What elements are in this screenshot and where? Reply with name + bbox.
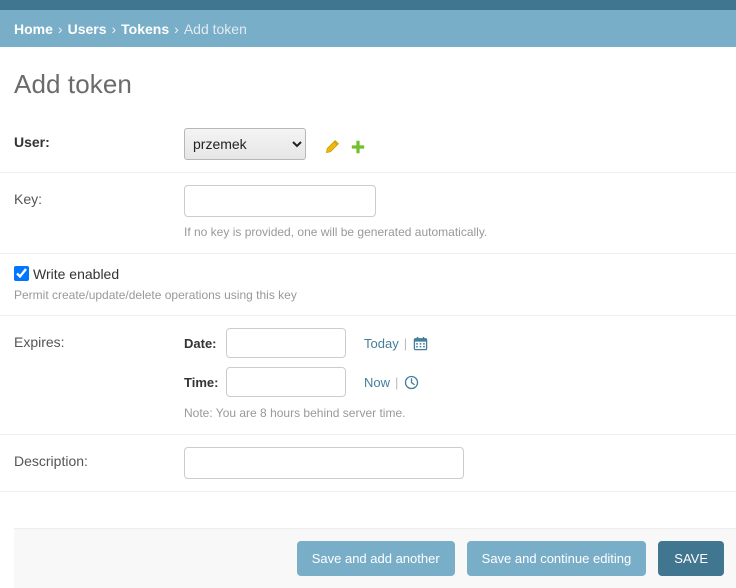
shortcut-separator: | <box>403 335 408 351</box>
calendar-icon[interactable] <box>412 335 428 351</box>
date-shortcuts: Today | <box>364 335 428 351</box>
pencil-icon[interactable] <box>324 139 340 155</box>
write-enabled-checkbox[interactable] <box>14 266 29 282</box>
expires-date-line: Date: Today | <box>184 328 722 359</box>
date-input[interactable] <box>226 328 346 359</box>
breadcrumb-separator: › <box>57 20 63 37</box>
shortcut-separator: | <box>395 374 399 390</box>
add-token-form: User: przemek Key: If no key is provided… <box>0 116 736 492</box>
expires-time-line: Time: Now | <box>184 367 722 398</box>
user-select[interactable]: przemek <box>184 128 306 160</box>
save-and-continue-editing-button[interactable]: Save and continue editing <box>466 541 647 576</box>
clock-icon[interactable] <box>403 374 419 390</box>
top-header-bar <box>0 0 736 10</box>
time-label: Time: <box>184 374 219 390</box>
admin-page: Home › Users › Tokens › Add token Add to… <box>0 0 736 588</box>
breadcrumb-link-users[interactable]: Users <box>68 21 107 37</box>
key-label: Key: <box>14 191 43 207</box>
time-shortcuts: Now | <box>364 374 419 390</box>
expires-label: Expires: <box>14 334 65 351</box>
now-link[interactable]: Now <box>364 375 390 390</box>
form-row-key: Key: If no key is provided, one will be … <box>0 173 736 254</box>
write-enabled-label: Write enabled <box>33 265 120 282</box>
plus-icon[interactable] <box>350 139 366 155</box>
page-title: Add token <box>14 69 132 99</box>
today-link[interactable]: Today <box>364 336 399 351</box>
save-button[interactable]: SAVE <box>658 541 724 576</box>
key-help-text: If no key is provided, one will be gener… <box>184 225 488 239</box>
breadcrumb-link-home[interactable]: Home <box>14 21 53 37</box>
user-label: User: <box>14 134 50 150</box>
breadcrumb-separator: › <box>174 20 179 37</box>
save-and-add-another-button[interactable]: Save and add another <box>296 541 455 576</box>
form-row-user: User: przemek <box>0 116 736 173</box>
form-row-expires: Expires: Date: Today | Time: Now | Note:… <box>0 316 736 435</box>
breadcrumb-separator: › <box>111 20 117 37</box>
breadcrumb: Home › Users › Tokens › Add token <box>0 10 736 47</box>
user-related-actions <box>324 135 366 155</box>
breadcrumb-link-tokens[interactable]: Tokens <box>121 21 169 37</box>
key-input[interactable] <box>184 185 376 217</box>
date-label: Date: <box>184 335 217 351</box>
description-input[interactable] <box>184 446 464 479</box>
write-enabled-help-text: Permit create/update/delete operations u… <box>14 287 297 302</box>
form-submit-row: Save and add another Save and continue e… <box>14 528 736 588</box>
form-row-description: Description: <box>0 435 736 492</box>
expires-note: Note: You are 8 hours behind server time… <box>184 406 406 421</box>
breadcrumb-current: Add token <box>183 20 247 37</box>
form-row-write-enabled: Write enabled Permit create/update/delet… <box>0 254 736 317</box>
description-label: Description: <box>14 452 88 469</box>
time-input[interactable] <box>226 367 346 398</box>
